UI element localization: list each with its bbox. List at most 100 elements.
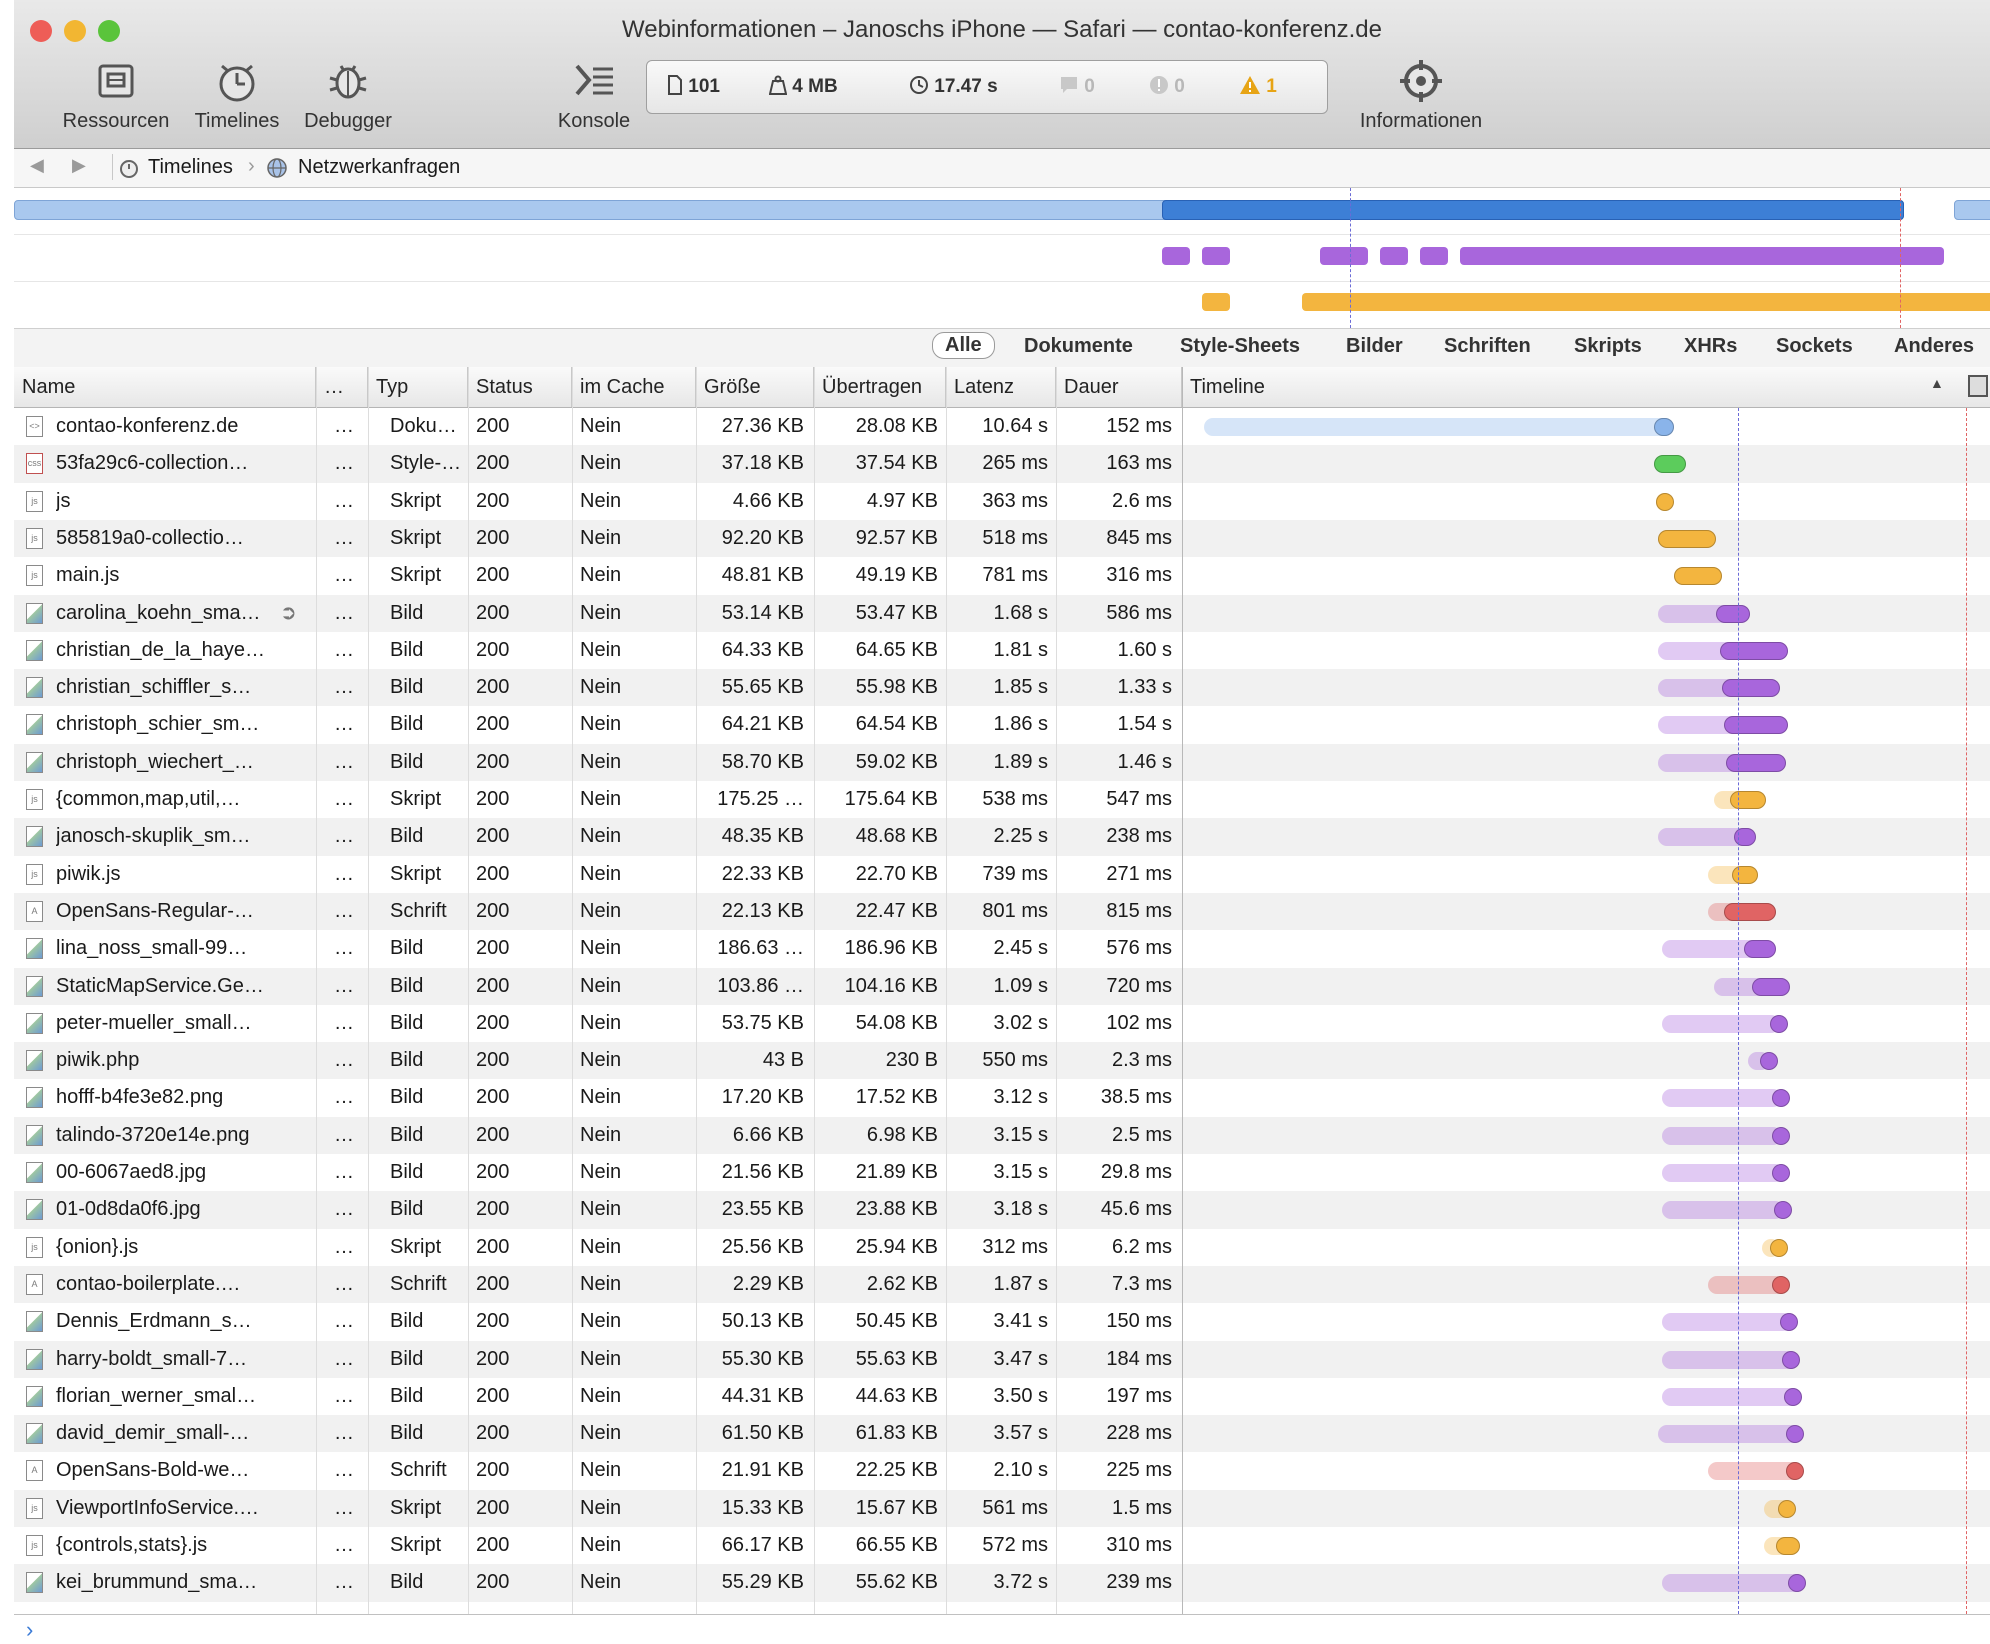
column-header-size[interactable]: Größe [696, 367, 814, 407]
table-row[interactable]: js {onion}.js… Skript 200 Nein 25.56 KB 25.94 … [14, 1228, 1990, 1266]
waterfall-duration-bar [1788, 1574, 1806, 1593]
console-button[interactable]: Konsole [534, 58, 654, 133]
filter-xhrs[interactable]: XHRs [1684, 335, 1737, 358]
column-header-cache[interactable]: im Cache [572, 367, 696, 407]
filter-stylesheets[interactable]: Style-Sheets [1180, 335, 1300, 358]
column-header-name[interactable]: Name [14, 367, 316, 407]
cell-transferred: 44.63 KB [855, 1384, 938, 1407]
table-row[interactable]: david_demir_small-…… Bild 200 Nein 61.50 KB 6… [14, 1415, 1990, 1453]
table-row[interactable]: js {controls,stats}.js… Skript 200 Nein 66.17… [14, 1527, 1990, 1565]
table-row[interactable]: harry-boldt_small-7…… Bild 200 Nein 55.30 KB… [14, 1340, 1990, 1378]
filter-images[interactable]: Bilder [1346, 335, 1403, 358]
column-header-status[interactable]: Status [468, 367, 572, 407]
column-header-type[interactable]: Typ [368, 367, 468, 407]
cell-transferred: 6.98 KB [866, 1123, 938, 1146]
cell-status: 200 [476, 1422, 510, 1445]
filter-fonts[interactable]: Schriften [1444, 335, 1531, 358]
filter-other[interactable]: Anderes [1894, 335, 1974, 358]
column-header-timeline[interactable]: Timeline [1182, 367, 1962, 407]
table-row[interactable]: talindo-3720e14e.png… Bild 200 Nein 6.66 KB 6… [14, 1116, 1990, 1154]
resources-button[interactable]: Ressourcen [46, 58, 186, 133]
cell-status: 200 [476, 1011, 510, 1034]
waterfall-duration-bar [1784, 1387, 1802, 1406]
cell-transferred: 54.08 KB [855, 1011, 938, 1034]
breadcrumb-timelines[interactable]: Timelines [148, 156, 233, 179]
cell-size: 64.33 KB [721, 638, 804, 661]
table-row[interactable]: A OpenSans-Regular-…… Schrift 200 Nein 22.13 … [14, 892, 1990, 931]
table-row[interactable]: Dennis_Erdmann_s…… Bild 200 Nein 50.13 KB 50.… [14, 1303, 1990, 1341]
table-row[interactable]: christian_de_la_haye…… Bild 200 Nein 64.33 K… [14, 631, 1990, 670]
column-header-transferred[interactable]: Übertragen [814, 367, 946, 407]
cell-size: 22.13 KB [721, 899, 804, 922]
font-file-icon: A [26, 1273, 43, 1295]
forward-arrow-icon[interactable]: ▶ [72, 155, 86, 176]
cell-size: 61.50 KB [721, 1422, 804, 1445]
table-row[interactable]: christoph_schier_sm…… Bild 200 Nein 64.21 KB… [14, 706, 1990, 744]
cell-size: 44.31 KB [721, 1384, 804, 1407]
cell-name: contao-boilerplate.… [56, 1272, 241, 1295]
table-row[interactable]: A OpenSans-Bold-we…… Schrift 200 Nein 21.91 K… [14, 1452, 1990, 1490]
table-row[interactable]: peter-mueller_small…… Bild 200 Nein 53.75 KB… [14, 1004, 1990, 1043]
breadcrumb-network-requests[interactable]: Netzwerkanfragen [298, 156, 460, 179]
table-row[interactable]: 01-0d8da0f6.jpg… Bild 200 Nein 23.55 KB 23.88… [14, 1191, 1990, 1229]
table-row[interactable]: kei_brummund_sma…… Bild 200 Nein 55.29 KB 55.… [14, 1564, 1990, 1602]
table-row[interactable]: js piwik.js… Skript 200 Nein 22.33 KB 22.70 KB… [14, 855, 1990, 893]
information-button[interactable]: Informationen [1336, 58, 1506, 133]
table-row[interactable]: 00-6067aed8.jpg… Bild 200 Nein 21.56 KB 21.89… [14, 1154, 1990, 1192]
cell-cache: Nein [580, 1422, 622, 1445]
back-arrow-icon[interactable]: ◀ [30, 155, 44, 176]
table-row[interactable]: Acontao-boilerplate.…… Schrift 200 Nein 2.29… [14, 1265, 1990, 1304]
image-file-icon [26, 1423, 43, 1445]
debugger-button[interactable]: Debugger [288, 58, 408, 133]
filter-scripts[interactable]: Skripts [1574, 335, 1642, 358]
stylesheet-file-icon: css [26, 453, 43, 475]
waterfall-duration-bar [1770, 1238, 1788, 1257]
table-row[interactable]: christian_schiffler_s…… Bild 200 Nein 55.65 … [14, 669, 1990, 707]
resource-count[interactable]: 101 [667, 75, 720, 98]
table-row[interactable]: christoph_wiechert_…… Bild 200 Nein 58.70 KB… [14, 743, 1990, 781]
table-row[interactable]: js {common,map,util,…… Skript 200 Nein 175.25… [14, 781, 1990, 819]
table-row[interactable]: js js… Skript 200 Nein 4.66 KB 4.97 KB 363 ms 2.… [14, 482, 1990, 520]
script-file-icon: js [26, 1535, 43, 1556]
warning-count[interactable]: 1 [1239, 75, 1277, 98]
timeline-overview[interactable] [14, 188, 1990, 328]
sort-ascending-icon[interactable]: ▲ [1930, 375, 1944, 391]
table-row[interactable]: florian_werner_smal…… Bild 200 Nein 44.31 KB… [14, 1377, 1990, 1416]
filter-documents[interactable]: Dokumente [1024, 335, 1133, 358]
cell-latency: 801 ms [982, 899, 1048, 922]
table-row[interactable]: StaticMapService.Ge…… Bild 200 Nein 103.86 …… [14, 967, 1990, 1005]
table-row[interactable]: hofff-b4fe3e82.png… Bild 200 Nein 17.20 KB 17… [14, 1079, 1990, 1117]
cell-name: florian_werner_smal… [56, 1384, 257, 1407]
table-row[interactable]: css 53fa29c6-collection…… Style-… 200 Nein 37… [14, 445, 1990, 483]
image-file-icon [26, 1199, 43, 1221]
column-header-more[interactable]: … [316, 367, 368, 407]
go-to-resource-icon[interactable]: ➲ [280, 595, 304, 632]
waterfall-duration-bar [1752, 977, 1790, 996]
filter-all[interactable]: Alle [932, 332, 995, 359]
column-header-duration[interactable]: Dauer [1056, 367, 1182, 407]
timelines-button[interactable]: Timelines [172, 58, 302, 133]
console-prompt[interactable]: › [14, 1614, 1990, 1644]
cell-size: 48.81 KB [721, 564, 804, 587]
message-count[interactable]: 0 [1059, 75, 1095, 98]
table-row[interactable]: js ViewportInfoService.…… Skript 200 Nein 15.… [14, 1489, 1990, 1527]
cell-latency: 2.45 s [993, 937, 1048, 960]
cell-latency: 3.12 s [993, 1086, 1048, 1109]
load-time[interactable]: 17.47 s [909, 75, 998, 98]
filter-sockets[interactable]: Sockets [1776, 335, 1853, 358]
resource-size[interactable]: 4 MB [768, 75, 838, 98]
table-row[interactable]: carolina_koehn_sma…… Bild 200 Nein 53.14 KB 5… [14, 594, 1990, 632]
error-count[interactable]: 0 [1149, 75, 1185, 98]
cell-cache: Nein [580, 1198, 622, 1221]
table-row[interactable]: <> contao-konferenz.de… Doku… 200 Nein 27.36 … [14, 408, 1990, 446]
cell-name: talindo-3720e14e.png [56, 1123, 250, 1146]
table-row[interactable]: janosch-skuplik_sm…… Bild 200 Nein 48.35 KB 4… [14, 818, 1990, 856]
cell-name: {controls,stats}.js [56, 1534, 208, 1556]
table-row[interactable]: js 585819a0-collectio…… Skript 200 Nein 92.20… [14, 519, 1990, 558]
cell-cache: Nein [580, 788, 622, 810]
table-row[interactable]: js main.js… Skript 200 Nein 48.81 KB 49.19 KB 7… [14, 557, 1990, 595]
table-row[interactable]: lina_noss_small-99…… Bild 200 Nein 186.63 … 1… [14, 930, 1990, 968]
column-header-latency[interactable]: Latenz [946, 367, 1056, 407]
sidebar-toggle-icon[interactable] [1968, 375, 1988, 397]
table-row[interactable]: piwik.php… Bild 200 Nein 43 B 230 B 550 ms 2.3 … [14, 1042, 1990, 1080]
